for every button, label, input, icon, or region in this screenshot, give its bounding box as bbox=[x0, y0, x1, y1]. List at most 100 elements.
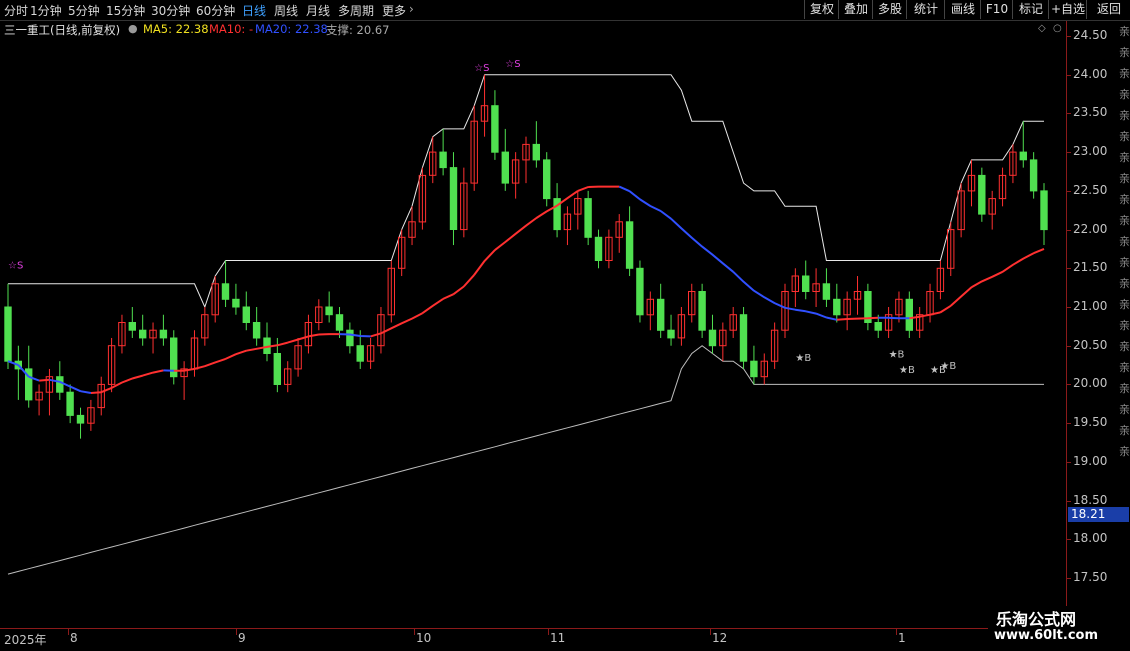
candle-body bbox=[905, 298, 913, 331]
y-tick bbox=[1067, 539, 1071, 541]
candle-body bbox=[667, 329, 675, 339]
candle-body bbox=[874, 322, 882, 331]
candle-body bbox=[128, 322, 137, 331]
resistance-line bbox=[8, 74, 1044, 309]
tab-60min[interactable]: 60分钟 bbox=[196, 2, 235, 19]
buy-signal: ★B bbox=[940, 361, 956, 372]
add-watchlist-button[interactable]: +自选 bbox=[1048, 0, 1087, 19]
tab-weekly[interactable]: 周线 bbox=[274, 2, 298, 19]
y-tick-label: 20.50 bbox=[1073, 337, 1108, 352]
f10-button[interactable]: F10 bbox=[980, 0, 1013, 19]
y-tick bbox=[1067, 345, 1071, 347]
side-glyph: 亲 bbox=[1119, 424, 1130, 437]
side-glyph: 亲 bbox=[1119, 340, 1130, 353]
candle-body bbox=[978, 174, 986, 215]
candle-body bbox=[698, 291, 706, 331]
x-tick bbox=[68, 629, 69, 635]
candle-body bbox=[1019, 151, 1027, 161]
candle-body bbox=[356, 345, 364, 362]
candle-body bbox=[739, 314, 748, 362]
side-glyph: 亲 bbox=[1119, 256, 1130, 269]
x-tick bbox=[236, 629, 237, 635]
circle-icon[interactable]: ○ bbox=[1053, 23, 1062, 34]
side-glyph: 亲 bbox=[1119, 151, 1130, 164]
candle-body bbox=[833, 298, 841, 316]
tab-daily[interactable]: 日线 bbox=[242, 2, 266, 19]
x-label-sep: 9 bbox=[238, 631, 246, 645]
y-tick bbox=[1067, 423, 1071, 425]
candle-body bbox=[325, 306, 333, 316]
candle-body bbox=[221, 283, 230, 300]
mark-button[interactable]: 标记 bbox=[1012, 0, 1049, 19]
tab-monthly[interactable]: 月线 bbox=[306, 2, 330, 19]
candle-body bbox=[273, 353, 282, 385]
tab-15min[interactable]: 15分钟 bbox=[106, 2, 145, 19]
side-glyph: 亲 bbox=[1119, 172, 1130, 185]
watermark-title: 乐淘公式网 bbox=[996, 610, 1077, 629]
y-tick-label: 19.00 bbox=[1073, 453, 1108, 468]
y-tick-label: 24.00 bbox=[1073, 66, 1108, 81]
candle-body bbox=[822, 283, 831, 300]
buy-signal: ★B bbox=[889, 349, 905, 360]
more-chevron-icon[interactable]: › bbox=[409, 2, 414, 16]
draw-line-button[interactable]: 画线 bbox=[944, 0, 981, 19]
side-glyph: 亲 bbox=[1119, 109, 1130, 122]
y-tick bbox=[1067, 384, 1071, 386]
candle-body bbox=[625, 221, 634, 269]
y-tick-label: 23.50 bbox=[1073, 105, 1108, 120]
x-label-oct: 10 bbox=[416, 631, 432, 645]
y-tick-label: 22.00 bbox=[1073, 221, 1108, 236]
support-line bbox=[7, 345, 1044, 575]
side-glyph: 亲 bbox=[1119, 235, 1130, 248]
diamond-icon[interactable]: ◇ bbox=[1038, 23, 1046, 34]
y-tick bbox=[1067, 500, 1071, 502]
side-glyph: 亲 bbox=[1119, 88, 1130, 101]
candle-body bbox=[449, 167, 458, 231]
candle-body bbox=[66, 391, 74, 416]
tab-1min[interactable]: 1分钟 bbox=[30, 2, 62, 19]
statistics-button[interactable]: 统计 bbox=[906, 0, 945, 19]
ma20-label: MA20: 22.38 bbox=[255, 22, 328, 36]
candle-body bbox=[584, 198, 592, 238]
side-glyph: 亲 bbox=[1119, 25, 1130, 38]
back-button[interactable]: 返回 bbox=[1086, 0, 1130, 19]
candle-body bbox=[139, 329, 147, 339]
overlay-button[interactable]: 叠加 bbox=[838, 0, 873, 19]
settings-dot-icon[interactable]: ● bbox=[128, 22, 138, 35]
watermark: 乐淘公式网 www.60lt.com bbox=[988, 606, 1118, 646]
x-tick bbox=[548, 629, 549, 635]
buy-signal: ★B bbox=[795, 353, 811, 364]
tab-multi-period[interactable]: 多周期 bbox=[338, 2, 374, 19]
y-tick bbox=[1067, 268, 1071, 270]
x-label-nov: 11 bbox=[550, 631, 566, 645]
y-tick-label: 17.50 bbox=[1073, 570, 1108, 584]
tab-5min[interactable]: 5分钟 bbox=[68, 2, 100, 19]
candle-body bbox=[1029, 159, 1038, 192]
side-glyph: 亲 bbox=[1119, 319, 1130, 332]
y-tick bbox=[1067, 578, 1071, 579]
tab-intraday[interactable]: 分时 bbox=[4, 2, 28, 19]
tab-30min[interactable]: 30分钟 bbox=[151, 2, 190, 19]
side-glyph: 亲 bbox=[1119, 130, 1130, 143]
y-tick-label: 21.00 bbox=[1073, 299, 1108, 313]
y-tick-label: 23.00 bbox=[1073, 144, 1108, 159]
candle-body bbox=[335, 314, 344, 331]
side-glyph: 亲 bbox=[1119, 277, 1130, 290]
side-glyph: 亲 bbox=[1119, 361, 1130, 374]
candlestick-chart[interactable]: ☆S☆S ☆S★B ★B★B ★B★B bbox=[0, 39, 1066, 626]
multi-stock-button[interactable]: 多股 bbox=[872, 0, 907, 19]
y-tick bbox=[1067, 461, 1071, 463]
y-tick bbox=[1067, 229, 1071, 231]
side-glyph: 亲 bbox=[1119, 445, 1130, 458]
candle-body bbox=[594, 236, 603, 262]
ma5-label: MA5: 22.38 bbox=[143, 22, 209, 36]
candle-body bbox=[439, 151, 447, 169]
watermark-url: www.60lt.com bbox=[994, 628, 1099, 643]
tab-more[interactable]: 更多 bbox=[382, 2, 406, 19]
candle-body bbox=[159, 329, 168, 339]
side-glyph: 亲 bbox=[1119, 67, 1130, 80]
candle-body bbox=[708, 329, 717, 347]
fq-button[interactable]: 复权 bbox=[804, 0, 839, 19]
candle-body bbox=[802, 275, 810, 292]
x-label-aug: 8 bbox=[70, 631, 78, 645]
